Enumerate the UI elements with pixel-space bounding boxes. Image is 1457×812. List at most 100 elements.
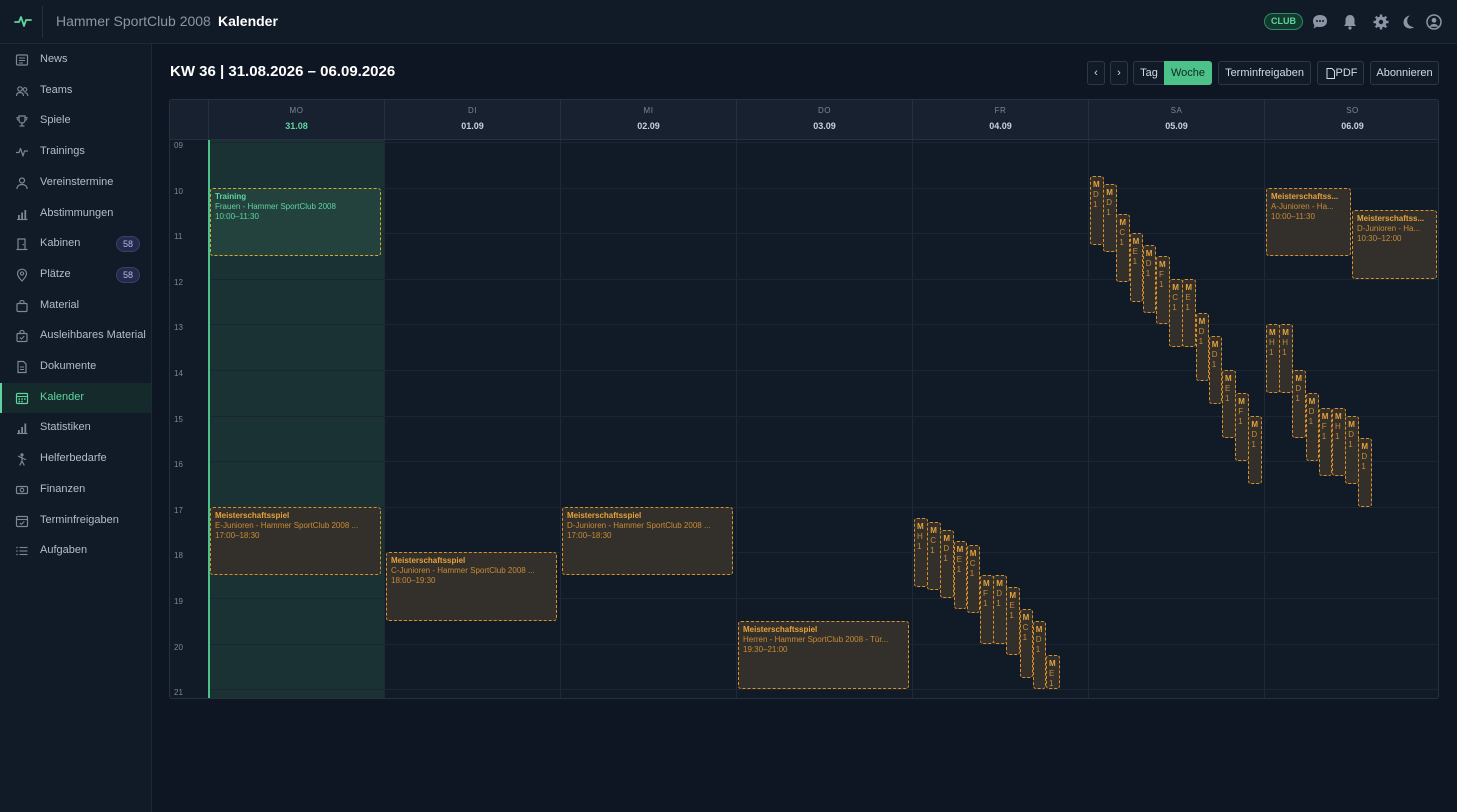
hour-label: 13 bbox=[174, 323, 183, 333]
match-event[interactable]: MF1 bbox=[1156, 256, 1170, 325]
match-event[interactable]: Meisterschaftsspiel E-Junioren - Hammer S… bbox=[210, 506, 381, 576]
event-title: Meisterschaftss... bbox=[1271, 191, 1339, 201]
club-badge[interactable]: CLUB bbox=[1264, 13, 1303, 30]
day-header-mo[interactable]: MO 31.08 bbox=[208, 100, 384, 140]
match-event[interactable]: MD1 bbox=[1345, 415, 1359, 484]
match-event[interactable]: Meisterschaftsspiel C-Junioren - Hammer S… bbox=[386, 552, 557, 621]
hour-label: 11 bbox=[174, 232, 183, 242]
pdf-button[interactable]: PDF bbox=[1317, 61, 1364, 85]
bell-icon[interactable] bbox=[1341, 13, 1359, 31]
event-title: M bbox=[969, 548, 977, 558]
sidebar-item-material[interactable]: Material bbox=[0, 291, 151, 321]
event-team: E bbox=[1009, 600, 1015, 610]
user-icon[interactable] bbox=[1425, 13, 1443, 31]
sidebar-item-finanzen[interactable]: Finanzen bbox=[0, 475, 151, 505]
event-team: E bbox=[1049, 669, 1055, 678]
event-team: D bbox=[1295, 384, 1302, 393]
event-team: D bbox=[996, 589, 1002, 599]
match-event[interactable]: MC1 bbox=[1019, 609, 1034, 678]
match-event[interactable]: MC1 bbox=[1169, 278, 1183, 348]
event-title: M bbox=[1335, 411, 1342, 421]
match-event[interactable]: MD1 bbox=[1358, 438, 1372, 507]
week-view-button[interactable]: Woche bbox=[1164, 61, 1212, 85]
day-header-sa[interactable]: SA 05.09 bbox=[1088, 100, 1264, 140]
sidebar-item-helferbedarfe[interactable]: Helferbedarfe bbox=[0, 444, 151, 474]
sidebar-item-abstimmungen[interactable]: Abstimmungen bbox=[0, 199, 151, 229]
sidebar-item-kabinen[interactable]: Kabinen 58 bbox=[0, 229, 151, 259]
match-event[interactable]: MH1 bbox=[1279, 324, 1293, 393]
sidebar-item-terminfreigaben[interactable]: Terminfreigaben bbox=[0, 506, 151, 536]
match-event[interactable]: MH1 bbox=[914, 518, 928, 587]
approvals-button[interactable]: Terminfreigaben bbox=[1218, 61, 1311, 85]
day-view-button[interactable]: Tag bbox=[1133, 61, 1165, 85]
bag-icon bbox=[16, 299, 28, 312]
match-event[interactable]: MD1 bbox=[1103, 183, 1117, 253]
sidebar-item-vereinstermine[interactable]: Vereinstermine bbox=[0, 168, 151, 198]
sidebar-item-label: Abstimmungen bbox=[40, 206, 114, 219]
match-event[interactable]: MD1 bbox=[1248, 415, 1262, 484]
match-event[interactable]: MD1 bbox=[1208, 335, 1223, 405]
match-event[interactable]: ME1 bbox=[1182, 278, 1196, 348]
match-event[interactable]: MD1 bbox=[1142, 244, 1157, 313]
event-time: 10:30–12:00 bbox=[1357, 234, 1402, 244]
match-event[interactable]: Meisterschaftss... A-Junioren - Ha... 10:0… bbox=[1266, 187, 1351, 256]
sidebar-item-ausleihbares-material[interactable]: Ausleihbares Material bbox=[0, 321, 151, 351]
match-event[interactable]: ME1 bbox=[953, 541, 968, 610]
match-event[interactable]: MC1 bbox=[927, 521, 941, 591]
sidebar-item-teams[interactable]: Teams bbox=[0, 76, 151, 106]
sidebar-item-kalender[interactable]: Kalender bbox=[0, 382, 151, 413]
breadcrumb-club[interactable]: Hammer SportClub 2008 bbox=[56, 13, 211, 29]
match-event[interactable]: Meisterschaftsspiel Herren - Hammer Sport… bbox=[738, 620, 909, 690]
match-event[interactable]: ME1 bbox=[1006, 586, 1020, 655]
day-header-do[interactable]: DO 03.09 bbox=[736, 100, 912, 140]
sidebar-item-aufgaben[interactable]: Aufgaben bbox=[0, 536, 151, 566]
bar-chart-icon bbox=[17, 209, 28, 220]
next-week-button[interactable]: › bbox=[1110, 61, 1128, 85]
event-team: C bbox=[1172, 292, 1178, 302]
subscribe-button[interactable]: Abonnieren bbox=[1370, 61, 1439, 85]
bag-check-icon bbox=[16, 330, 28, 343]
day-header-mi[interactable]: MI 02.09 bbox=[560, 100, 736, 140]
day-header-fr[interactable]: FR 04.09 bbox=[912, 100, 1088, 140]
match-event[interactable]: MC1 bbox=[966, 544, 981, 614]
event-time: 1 bbox=[1238, 416, 1243, 426]
gear-icon[interactable] bbox=[1372, 13, 1390, 31]
logo-icon[interactable] bbox=[14, 12, 32, 30]
prev-week-button[interactable]: ‹ bbox=[1087, 61, 1105, 85]
sidebar-item-statistiken[interactable]: Statistiken bbox=[0, 413, 151, 443]
match-event[interactable]: MD1 bbox=[1090, 176, 1104, 245]
match-event[interactable]: MF1 bbox=[980, 575, 994, 644]
match-event[interactable]: ME1 bbox=[1046, 655, 1060, 690]
moon-icon[interactable] bbox=[1399, 13, 1417, 31]
match-event[interactable]: MF1 bbox=[1235, 392, 1249, 462]
match-event[interactable]: Meisterschaftsspiel D-Junioren - Hammer S… bbox=[562, 506, 733, 576]
match-event[interactable]: MD1 bbox=[1032, 620, 1047, 690]
match-event[interactable]: MD1 bbox=[940, 529, 954, 598]
sidebar-item-spiele[interactable]: Spiele bbox=[0, 106, 151, 136]
sidebar-item-dokumente[interactable]: Dokumente bbox=[0, 352, 151, 382]
match-event[interactable]: MD1 bbox=[1292, 370, 1306, 439]
training-event[interactable]: Training Frauen - Hammer SportClub 2008 10… bbox=[210, 187, 381, 256]
event-title: Meisterschaftsspiel bbox=[567, 510, 642, 520]
event-time: 1 bbox=[1022, 633, 1028, 643]
match-event[interactable]: MD1 bbox=[1195, 313, 1210, 382]
sidebar-item-news[interactable]: News bbox=[0, 45, 151, 75]
sidebar-item-plätze[interactable]: Plätze 58 bbox=[0, 260, 151, 290]
chat-icon[interactable] bbox=[1311, 13, 1329, 31]
event-title: M bbox=[1225, 374, 1232, 383]
match-event[interactable]: MH1 bbox=[1332, 407, 1346, 477]
match-event[interactable]: MD1 bbox=[993, 575, 1007, 644]
match-event[interactable]: ME1 bbox=[1129, 233, 1144, 302]
calendar-grid[interactable]: 09 10 11 12 13 14 15 16 17 18 19 20 21 Training Frauen… bbox=[170, 140, 1438, 698]
match-event[interactable]: Meisterschaftss... D-Junioren - Ha... 10:3… bbox=[1352, 210, 1437, 279]
match-event[interactable]: ME1 bbox=[1222, 370, 1236, 439]
match-event[interactable]: MD1 bbox=[1305, 392, 1320, 462]
sidebar-item-trainings[interactable]: Trainings bbox=[0, 137, 151, 167]
match-event[interactable]: MH1 bbox=[1266, 324, 1280, 393]
match-event[interactable]: MF1 bbox=[1318, 407, 1333, 477]
day-header-so[interactable]: SO 06.09 bbox=[1264, 100, 1438, 140]
pdf-file-icon bbox=[1326, 68, 1335, 79]
activity-icon bbox=[16, 147, 28, 157]
match-event[interactable]: MC1 bbox=[1116, 214, 1130, 283]
day-header-di[interactable]: DI 01.09 bbox=[384, 100, 560, 140]
